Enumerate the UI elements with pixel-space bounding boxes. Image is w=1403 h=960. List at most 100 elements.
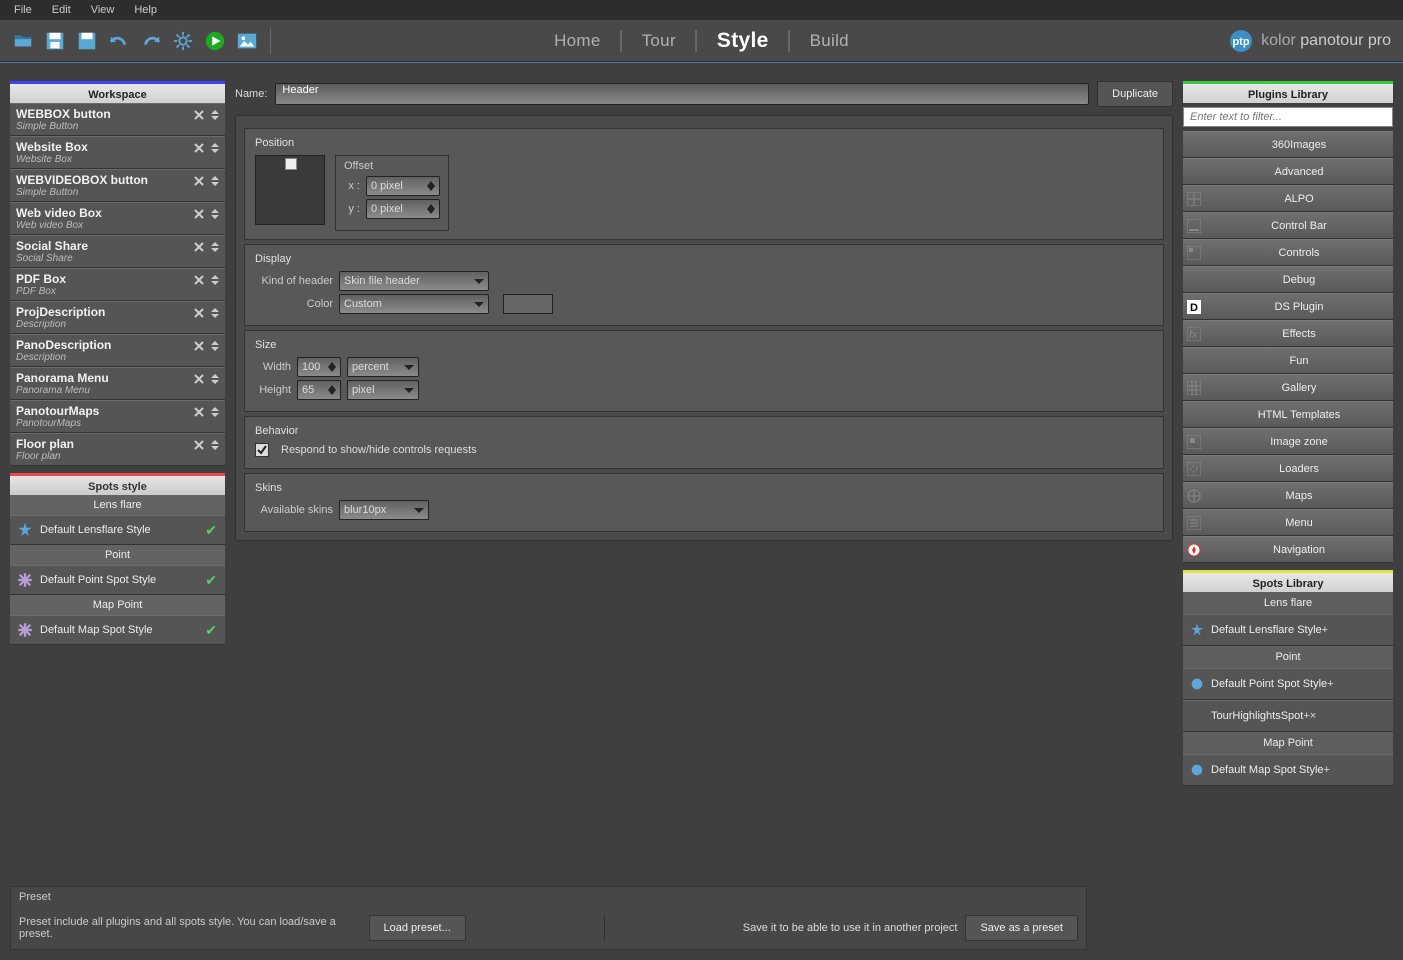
save-icon[interactable] [42, 28, 68, 54]
plugin-category[interactable]: 360Images [1183, 131, 1393, 158]
workspace-item[interactable]: PanotourMapsPanotourMaps [10, 400, 225, 433]
plugin-category[interactable]: Debug [1183, 266, 1393, 293]
menu-view[interactable]: View [81, 1, 125, 19]
add-icon[interactable]: + [1324, 764, 1330, 776]
settings-icon[interactable] [170, 28, 196, 54]
nav-tour[interactable]: Tour [634, 29, 684, 53]
plugin-category[interactable]: Image zone [1183, 428, 1393, 455]
default-lensflare[interactable]: Default Lensflare Style ✔ [10, 515, 225, 545]
nav-build[interactable]: Build [802, 29, 857, 53]
close-icon[interactable] [193, 307, 205, 319]
close-icon[interactable] [193, 109, 205, 121]
kind-select[interactable]: Skin file header [339, 271, 489, 291]
plugin-category[interactable]: Gallery [1183, 374, 1393, 401]
plugin-category[interactable]: Controls [1183, 239, 1393, 266]
mappoint-sub[interactable]: Map Point [10, 595, 225, 615]
default-point[interactable]: Default Point Spot Style ✔ [10, 565, 225, 595]
close-icon[interactable] [193, 274, 205, 286]
default-mappoint[interactable]: Default Map Spot Style ✔ [10, 615, 225, 645]
sort-icon[interactable] [209, 274, 221, 286]
offset-x[interactable]: 0 pixel [366, 176, 440, 196]
sort-icon[interactable] [209, 439, 221, 451]
workspace-item[interactable]: PDF BoxPDF Box [10, 268, 225, 301]
save-as-icon[interactable] [74, 28, 100, 54]
sort-icon[interactable] [209, 340, 221, 352]
workspace-item[interactable]: PanoDescriptionDescription [10, 334, 225, 367]
close-icon[interactable] [193, 241, 205, 253]
sort-icon[interactable] [209, 241, 221, 253]
plugin-category[interactable]: fxEffects [1183, 320, 1393, 347]
close-icon[interactable] [193, 142, 205, 154]
skins-select[interactable]: blur10px [339, 500, 429, 520]
plugin-category[interactable]: Advanced [1183, 158, 1393, 185]
sort-icon[interactable] [209, 373, 221, 385]
workspace-item[interactable]: ProjDescriptionDescription [10, 301, 225, 334]
save-preset-button[interactable]: Save as a preset [965, 915, 1078, 941]
plugin-category[interactable]: DDS Plugin [1183, 293, 1393, 320]
workspace-item[interactable]: Panorama MenuPanorama Menu [10, 367, 225, 400]
plugin-category[interactable]: Navigation [1183, 536, 1393, 563]
workspace-item[interactable]: Web video BoxWeb video Box [10, 202, 225, 235]
plugin-category[interactable]: Maps [1183, 482, 1393, 509]
workspace-item[interactable]: Social ShareSocial Share [10, 235, 225, 268]
workspace-item[interactable]: Website BoxWebsite Box [10, 136, 225, 169]
sort-icon[interactable] [209, 142, 221, 154]
sort-icon[interactable] [209, 406, 221, 418]
undo-icon[interactable] [106, 28, 132, 54]
height-unit[interactable]: pixel [347, 380, 419, 400]
workspace-item[interactable]: WEBBOX buttonSimple Button [10, 103, 225, 136]
sort-icon[interactable] [209, 307, 221, 319]
close-icon[interactable] [193, 208, 205, 220]
workspace-item[interactable]: Floor planFloor plan [10, 433, 225, 466]
name-input[interactable]: Header [275, 83, 1089, 105]
lensflare-sub[interactable]: Lens flare [10, 495, 225, 515]
plugin-category[interactable]: Fun [1183, 347, 1393, 374]
close-icon[interactable] [193, 175, 205, 187]
filter-input[interactable] [1183, 107, 1393, 127]
color-swatch[interactable] [503, 294, 553, 314]
plugin-category[interactable]: Loaders [1183, 455, 1393, 482]
anchor-top-center[interactable] [285, 158, 297, 170]
menu-edit[interactable]: Edit [42, 1, 81, 19]
lib-point[interactable]: Point [1183, 646, 1393, 668]
menu-file[interactable]: File [4, 1, 42, 19]
workspace-item[interactable]: WEBVIDEOBOX buttonSimple Button [10, 169, 225, 202]
redo-icon[interactable] [138, 28, 164, 54]
height-value[interactable]: 65 [297, 380, 341, 400]
close-icon[interactable] [193, 439, 205, 451]
nav-style[interactable]: Style [709, 27, 777, 55]
sort-icon[interactable] [209, 208, 221, 220]
close-icon[interactable] [193, 406, 205, 418]
lib-default-mappoint[interactable]: Default Map Spot Style + [1183, 754, 1393, 786]
main-editor: Name: Header Duplicate Position Offset x… [235, 81, 1173, 950]
plugin-category[interactable]: Control Bar [1183, 212, 1393, 239]
point-sub[interactable]: Point [10, 545, 225, 565]
lib-default-lensflare[interactable]: Default Lensflare Style + [1183, 614, 1393, 646]
anchor-grid[interactable] [255, 155, 325, 225]
add-icon[interactable]: + [1327, 678, 1333, 690]
lib-lensflare[interactable]: Lens flare [1183, 592, 1393, 614]
sort-icon[interactable] [209, 109, 221, 121]
plugin-category[interactable]: HTML Templates [1183, 401, 1393, 428]
width-unit[interactable]: percent [347, 357, 419, 377]
sort-icon[interactable] [209, 175, 221, 187]
duplicate-button[interactable]: Duplicate [1097, 81, 1173, 107]
close-icon[interactable] [193, 340, 205, 352]
open-icon[interactable] [10, 28, 36, 54]
plugin-category[interactable]: ALPO [1183, 185, 1393, 212]
play-icon[interactable] [202, 28, 228, 54]
color-select[interactable]: Custom [339, 294, 489, 314]
plugin-category[interactable]: Menu [1183, 509, 1393, 536]
lib-default-point[interactable]: Default Point Spot Style + [1183, 668, 1393, 700]
respond-checkbox[interactable] [255, 443, 269, 457]
close-icon[interactable] [193, 373, 205, 385]
menu-help[interactable]: Help [124, 1, 167, 19]
add-icon[interactable]: + [1322, 624, 1328, 636]
nav-home[interactable]: Home [546, 29, 609, 53]
image-icon[interactable] [234, 28, 260, 54]
width-value[interactable]: 100 [297, 357, 341, 377]
load-preset-button[interactable]: Load preset... [369, 915, 466, 941]
lib-tour-highlights[interactable]: TourHighlightsSpot +× [1183, 700, 1393, 732]
lib-mappoint[interactable]: Map Point [1183, 732, 1393, 754]
offset-y[interactable]: 0 pixel [366, 199, 440, 219]
